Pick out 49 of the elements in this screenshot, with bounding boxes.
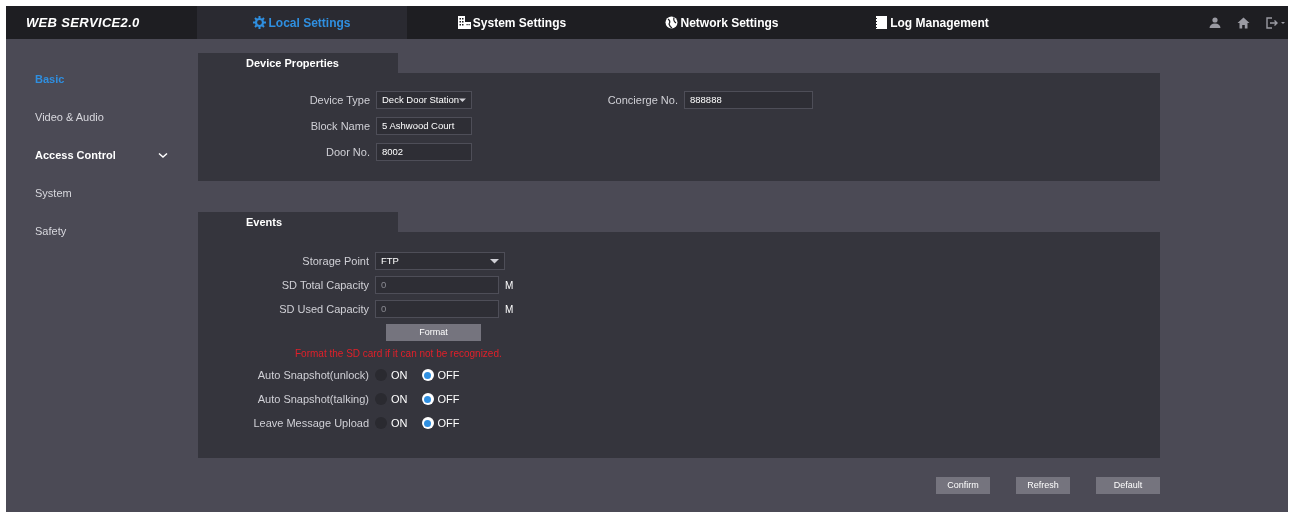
field-label: Device Type — [308, 92, 371, 108]
globe-icon — [665, 16, 679, 29]
dropdown[interactable]: Deck Door Station — [376, 91, 472, 109]
nav-tab[interactable]: Local Settings — [197, 6, 407, 39]
sidebar-item[interactable]: Video & Audio — [6, 98, 198, 136]
field-label: SD Used Capacity — [278, 301, 370, 317]
home-icon[interactable] — [1237, 16, 1250, 29]
input-field[interactable]: 888888 — [684, 91, 813, 109]
input-field[interactable]: 0 — [375, 276, 499, 294]
logo-text: WEB SERVICE2.0 — [25, 13, 141, 32]
radio-option[interactable]: ON — [375, 366, 408, 384]
format-button[interactable]: Format — [386, 324, 481, 341]
field-label: Auto Snapshot(unlock) — [256, 367, 370, 383]
input-field[interactable]: 0 — [375, 300, 499, 318]
action-button[interactable]: Default — [1096, 477, 1160, 494]
nav-tab[interactable]: Network Settings — [617, 6, 827, 39]
notebook-icon — [875, 16, 889, 29]
unit-label: M — [505, 278, 514, 293]
dropdown-arrow-icon — [490, 258, 499, 264]
field-label: Concierge No. — [606, 92, 679, 108]
building-icon — [457, 16, 471, 29]
radio-option[interactable]: OFF — [421, 366, 460, 384]
radio-option[interactable]: ON — [375, 414, 408, 432]
field-label: Leave Message Upload — [252, 415, 370, 431]
field-label: Door No. — [324, 144, 371, 160]
input-field[interactable]: 5 Ashwood Court — [376, 117, 472, 135]
sidebar-item[interactable]: Access Control — [6, 136, 198, 174]
radio-option[interactable]: ON — [375, 390, 408, 408]
chevron-down-icon — [158, 151, 168, 159]
field-label: Block Name — [309, 118, 371, 134]
warning-text: Format the SD card if it can not be recognized. — [295, 347, 502, 361]
action-button[interactable]: Refresh — [1016, 477, 1070, 494]
action-button[interactable]: Confirm — [936, 477, 990, 494]
gear-icon — [253, 16, 267, 29]
dropdown-arrow-icon — [459, 97, 466, 103]
input-field[interactable]: 8002 — [376, 143, 472, 161]
sidebar-item[interactable]: System — [6, 174, 198, 212]
unit-label: M — [505, 302, 514, 317]
radio-option[interactable]: OFF — [421, 414, 460, 432]
user-icon[interactable] — [1209, 17, 1221, 28]
sidebar-item[interactable]: Safety — [6, 212, 198, 250]
radio-option[interactable]: OFF — [421, 390, 460, 408]
field-label: Storage Point — [301, 253, 370, 269]
logout-icon[interactable] — [1266, 16, 1288, 29]
field-label: SD Total Capacity — [280, 277, 370, 293]
nav-tab[interactable]: Log Management — [827, 6, 1037, 39]
field-label: Auto Snapshot(talking) — [256, 391, 370, 407]
nav-tab[interactable]: System Settings — [407, 6, 617, 39]
dropdown[interactable]: FTP — [375, 252, 505, 270]
